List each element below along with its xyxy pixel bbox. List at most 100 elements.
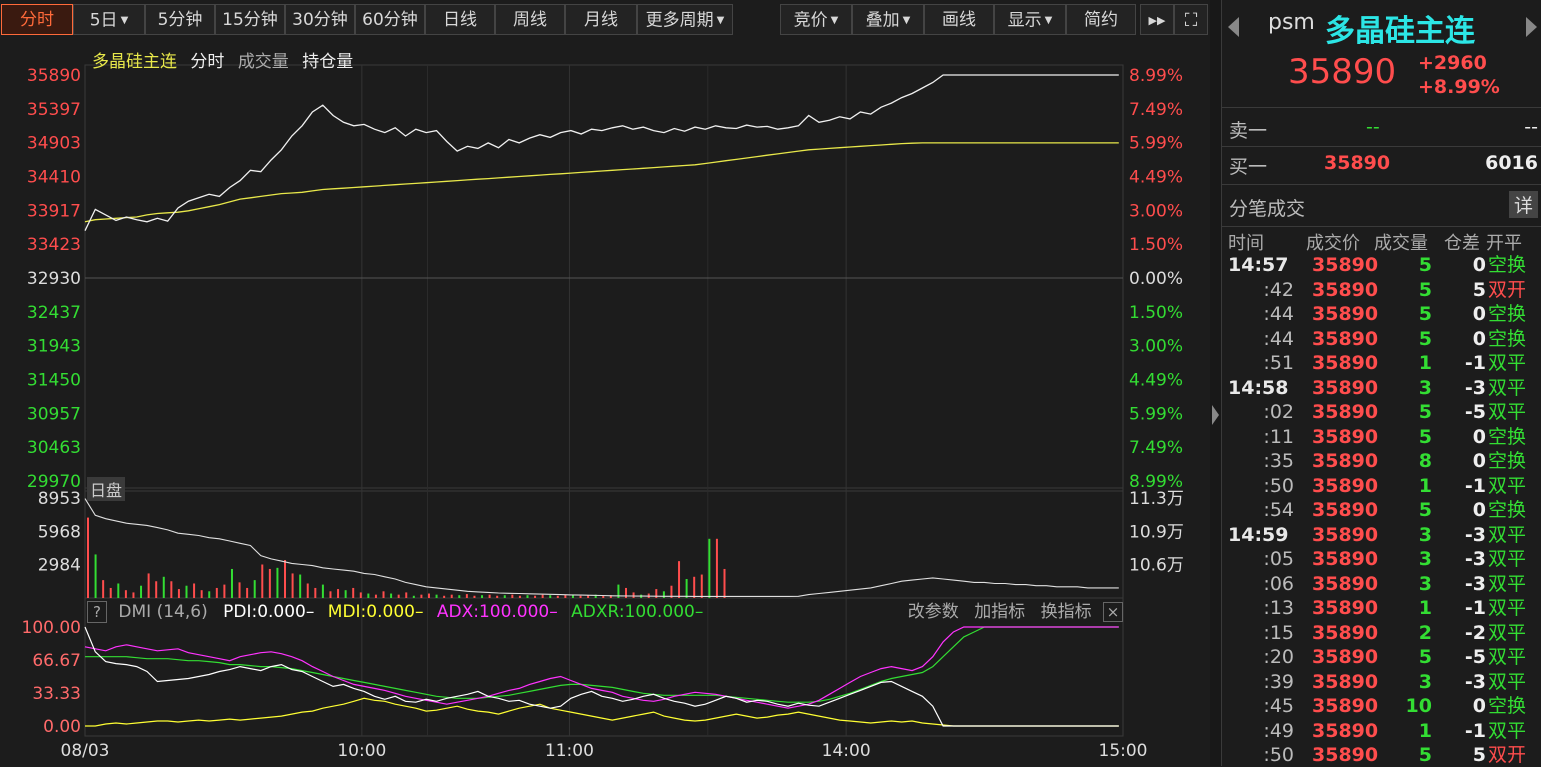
tick-price: 35890 [1312, 425, 1379, 448]
period-tab-label: 15分钟 [222, 10, 278, 30]
tick-price: 35890 [1312, 376, 1379, 399]
tick-row: :13 35890 1 -1 双平 [1222, 596, 1541, 620]
tick-price: 35890 [1312, 646, 1379, 668]
period-tab-8[interactable]: 月线 [565, 4, 637, 35]
tick-volume: 3 [1418, 376, 1432, 399]
tick-row: :44 35890 5 0 空换 [1222, 327, 1541, 351]
tick-oi-change: 0 [1472, 254, 1486, 276]
period-tab-1[interactable]: 5日 ▼ [73, 4, 145, 35]
tool-button-label: 简约 [1084, 10, 1118, 30]
bid-volume: 6016 [1485, 152, 1538, 174]
tick-volume: 3 [1418, 670, 1432, 693]
price-tick-label: 35890 [27, 66, 81, 86]
bid-price: 35890 [1324, 152, 1391, 174]
chart-area[interactable]: 35890 8.99% 35397 7.49% 34903 5.99% 34410 4.49%… [0, 40, 1210, 766]
tick-price: 35890 [1312, 719, 1379, 742]
tick-time: :13 [1263, 597, 1294, 619]
tool-button-4[interactable]: 简约 [1066, 4, 1136, 35]
tick-time: :44 [1263, 327, 1294, 350]
period-tab-label: 5分钟 [157, 10, 203, 30]
tick-row: 14:58 35890 3 -3 双平 [1222, 376, 1541, 400]
period-tab-9[interactable]: 更多周期 ▼ [637, 4, 733, 35]
detail-button[interactable]: 详 [1508, 191, 1538, 218]
chevron-left-icon[interactable] [1228, 17, 1239, 37]
oi-tick-label: 11.3万 [1129, 489, 1184, 509]
volume-tick-label: 5968 [38, 522, 81, 542]
period-tab-7[interactable]: 周线 [495, 4, 565, 35]
chevron-down-icon: ▼ [716, 15, 725, 26]
tool-button-3[interactable]: 显示 ▼ [994, 4, 1066, 35]
tick-row: :05 35890 3 -3 双平 [1222, 547, 1541, 571]
tick-time: 14:57 [1228, 254, 1289, 276]
tick-time: :11 [1263, 425, 1294, 448]
period-tab-5[interactable]: 60分钟 [355, 4, 425, 35]
tick-price: 35890 [1312, 572, 1379, 595]
add-indicator-button[interactable]: 加指标 [974, 602, 1025, 622]
chevron-right-icon[interactable] [1526, 17, 1537, 37]
period-tab-6[interactable]: 日线 [425, 4, 495, 35]
tick-trade-type: 双平 [1488, 548, 1527, 570]
tick-oi-change: -2 [1464, 621, 1486, 644]
price-tick-label: 31450 [27, 371, 81, 391]
panel-splitter[interactable] [1210, 0, 1221, 766]
tool-button-1[interactable]: 叠加 ▼ [852, 4, 924, 35]
tool-button-2[interactable]: 画线 [924, 4, 994, 35]
tick-oi-change: 0 [1472, 499, 1486, 521]
tick-time: :06 [1263, 572, 1294, 595]
change-params-button[interactable]: 改参数 [908, 602, 959, 622]
avg-price-line [84, 142, 1119, 223]
tick-trade-type: 双平 [1488, 376, 1527, 399]
fullscreen-icon[interactable]: ⛶ [1174, 4, 1208, 35]
collapse-arrow-icon[interactable] [1212, 405, 1219, 425]
tick-volume: 5 [1418, 254, 1432, 276]
tick-trade-type: 双平 [1488, 670, 1527, 693]
tick-volume: 3 [1418, 548, 1432, 570]
close-indicator-icon[interactable]: × [1103, 602, 1123, 622]
fast-forward-icon[interactable]: ▶▶ [1140, 4, 1174, 35]
tick-volume: 10 [1405, 695, 1432, 717]
period-tab-3[interactable]: 15分钟 [215, 4, 285, 35]
tick-row: :02 35890 5 -5 双平 [1222, 400, 1541, 424]
tick-volume: 5 [1418, 327, 1432, 350]
tick-price: 35890 [1312, 303, 1379, 325]
tick-time: :49 [1263, 719, 1294, 742]
dmi-name[interactable]: DMI (14,6) [118, 602, 207, 622]
tick-oi-change: -5 [1464, 646, 1486, 668]
tick-trade-type: 空换 [1488, 303, 1527, 325]
chevron-down-icon: ▼ [1044, 15, 1053, 26]
tick-volume: 5 [1418, 499, 1432, 521]
divider [1222, 146, 1541, 147]
open-interest-line [84, 498, 1119, 597]
tick-time: :02 [1263, 401, 1294, 423]
quote-panel: psm 多晶硅主连 35890 +2960 +8.99% 卖一 -- -- 买一… [1221, 0, 1541, 766]
tick-trade-type: 双开 [1488, 744, 1527, 766]
switch-indicator-button[interactable]: 换指标 [1041, 602, 1092, 622]
price-line [84, 74, 1119, 231]
tool-button-0[interactable]: 竞价 ▼ [780, 4, 852, 35]
tick-price: 35890 [1312, 499, 1379, 521]
tick-time: :51 [1263, 352, 1294, 374]
tick-row: :15 35890 2 -2 双平 [1222, 621, 1541, 645]
tick-price: 35890 [1312, 352, 1379, 374]
intraday-chart[interactable]: 35890 8.99% 35397 7.49% 34903 5.99% 34410 4.49%… [0, 40, 1210, 766]
ticks-list[interactable]: 14:57 35890 5 0 空换:42 35890 5 5 双开:44 35890 5 0 空换:4… [1222, 253, 1541, 766]
tick-price: 35890 [1312, 327, 1379, 350]
help-button[interactable]: ? [87, 601, 107, 623]
pct-tick-label: 5.99% [1129, 404, 1183, 424]
dmi-header: ? DMI (14,6) PDI:0.000– MDI:0.000– ADX:1… [87, 599, 1123, 625]
tick-oi-change: -3 [1464, 670, 1486, 693]
pct-tick-label: 3.00% [1129, 337, 1183, 357]
period-tab-4[interactable]: 30分钟 [285, 4, 355, 35]
oi-tick-label: 10.9万 [1129, 522, 1184, 542]
price-tick-label: 34410 [27, 168, 81, 188]
tick-oi-change: 0 [1472, 695, 1486, 717]
tick-row: :11 35890 5 0 空换 [1222, 425, 1541, 449]
oi-tick-label: 10.6万 [1129, 556, 1184, 576]
period-tab-0[interactable]: 分时 [1, 4, 73, 35]
tick-oi-change: -1 [1464, 719, 1486, 742]
divider [1222, 107, 1541, 108]
open-interest-label[interactable]: 持仓量 [302, 52, 353, 72]
volume-label[interactable]: 成交量 [238, 52, 289, 72]
period-tab-2[interactable]: 5分钟 [145, 4, 215, 35]
tick-price: 35890 [1312, 548, 1379, 570]
